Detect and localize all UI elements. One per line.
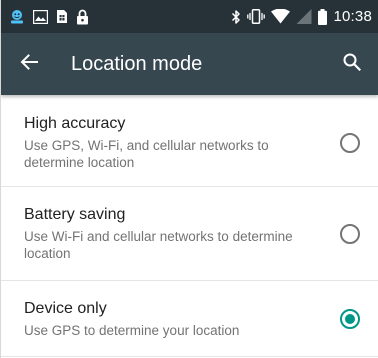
page-title: Location mode [71, 52, 203, 75]
vibrate-icon [247, 9, 266, 24]
option-high-accuracy[interactable]: High accuracy Use GPS, Wi-Fi, and cellul… [1, 95, 378, 187]
screen: 10:38 Location mode High accuracy Use GP… [0, 0, 378, 358]
option-title: Battery saving [24, 206, 126, 223]
option-summary: Use GPS, Wi-Fi, and cellular networks to… [24, 138, 269, 170]
bluetooth-icon [231, 9, 241, 25]
option-battery-saving[interactable]: Battery saving Use Wi-Fi and cellular ne… [1, 187, 378, 281]
radio-battery-saving[interactable] [340, 223, 360, 244]
status-bar: 10:38 [1, 0, 378, 33]
image-icon [33, 9, 48, 24]
option-text: Device only Use GPS to determine your lo… [24, 299, 340, 339]
option-title: High accuracy [24, 115, 126, 132]
sim-card-icon [56, 9, 68, 24]
lock-icon [76, 9, 89, 25]
option-device-only[interactable]: Device only Use GPS to determine your lo… [1, 281, 378, 357]
search-button[interactable] [326, 33, 378, 95]
no-signal-icon [296, 9, 312, 24]
app-toolbar: Location mode [1, 33, 378, 95]
option-summary: Use GPS to determine your location [24, 322, 240, 338]
option-summary: Use Wi-Fi and cellular networks to deter… [24, 229, 293, 261]
arrow-back-icon [20, 53, 38, 75]
option-text: High accuracy Use GPS, Wi-Fi, and cellul… [24, 114, 340, 171]
status-icons-right: 10:38 [231, 8, 372, 25]
back-button[interactable] [1, 33, 57, 95]
status-time: 10:38 [333, 8, 372, 25]
option-title: Device only [24, 299, 107, 317]
status-icons-left [9, 9, 89, 25]
location-mode-list: High accuracy Use GPS, Wi-Fi, and cellul… [1, 95, 378, 357]
radio-high-accuracy[interactable] [340, 132, 360, 153]
option-text: Battery saving Use Wi-Fi and cellular ne… [24, 205, 340, 262]
wifi-icon [271, 9, 291, 24]
radio-device-only[interactable] [340, 308, 360, 329]
battery-icon [318, 8, 328, 25]
search-icon [343, 53, 362, 76]
app-notification-icon [9, 9, 25, 25]
